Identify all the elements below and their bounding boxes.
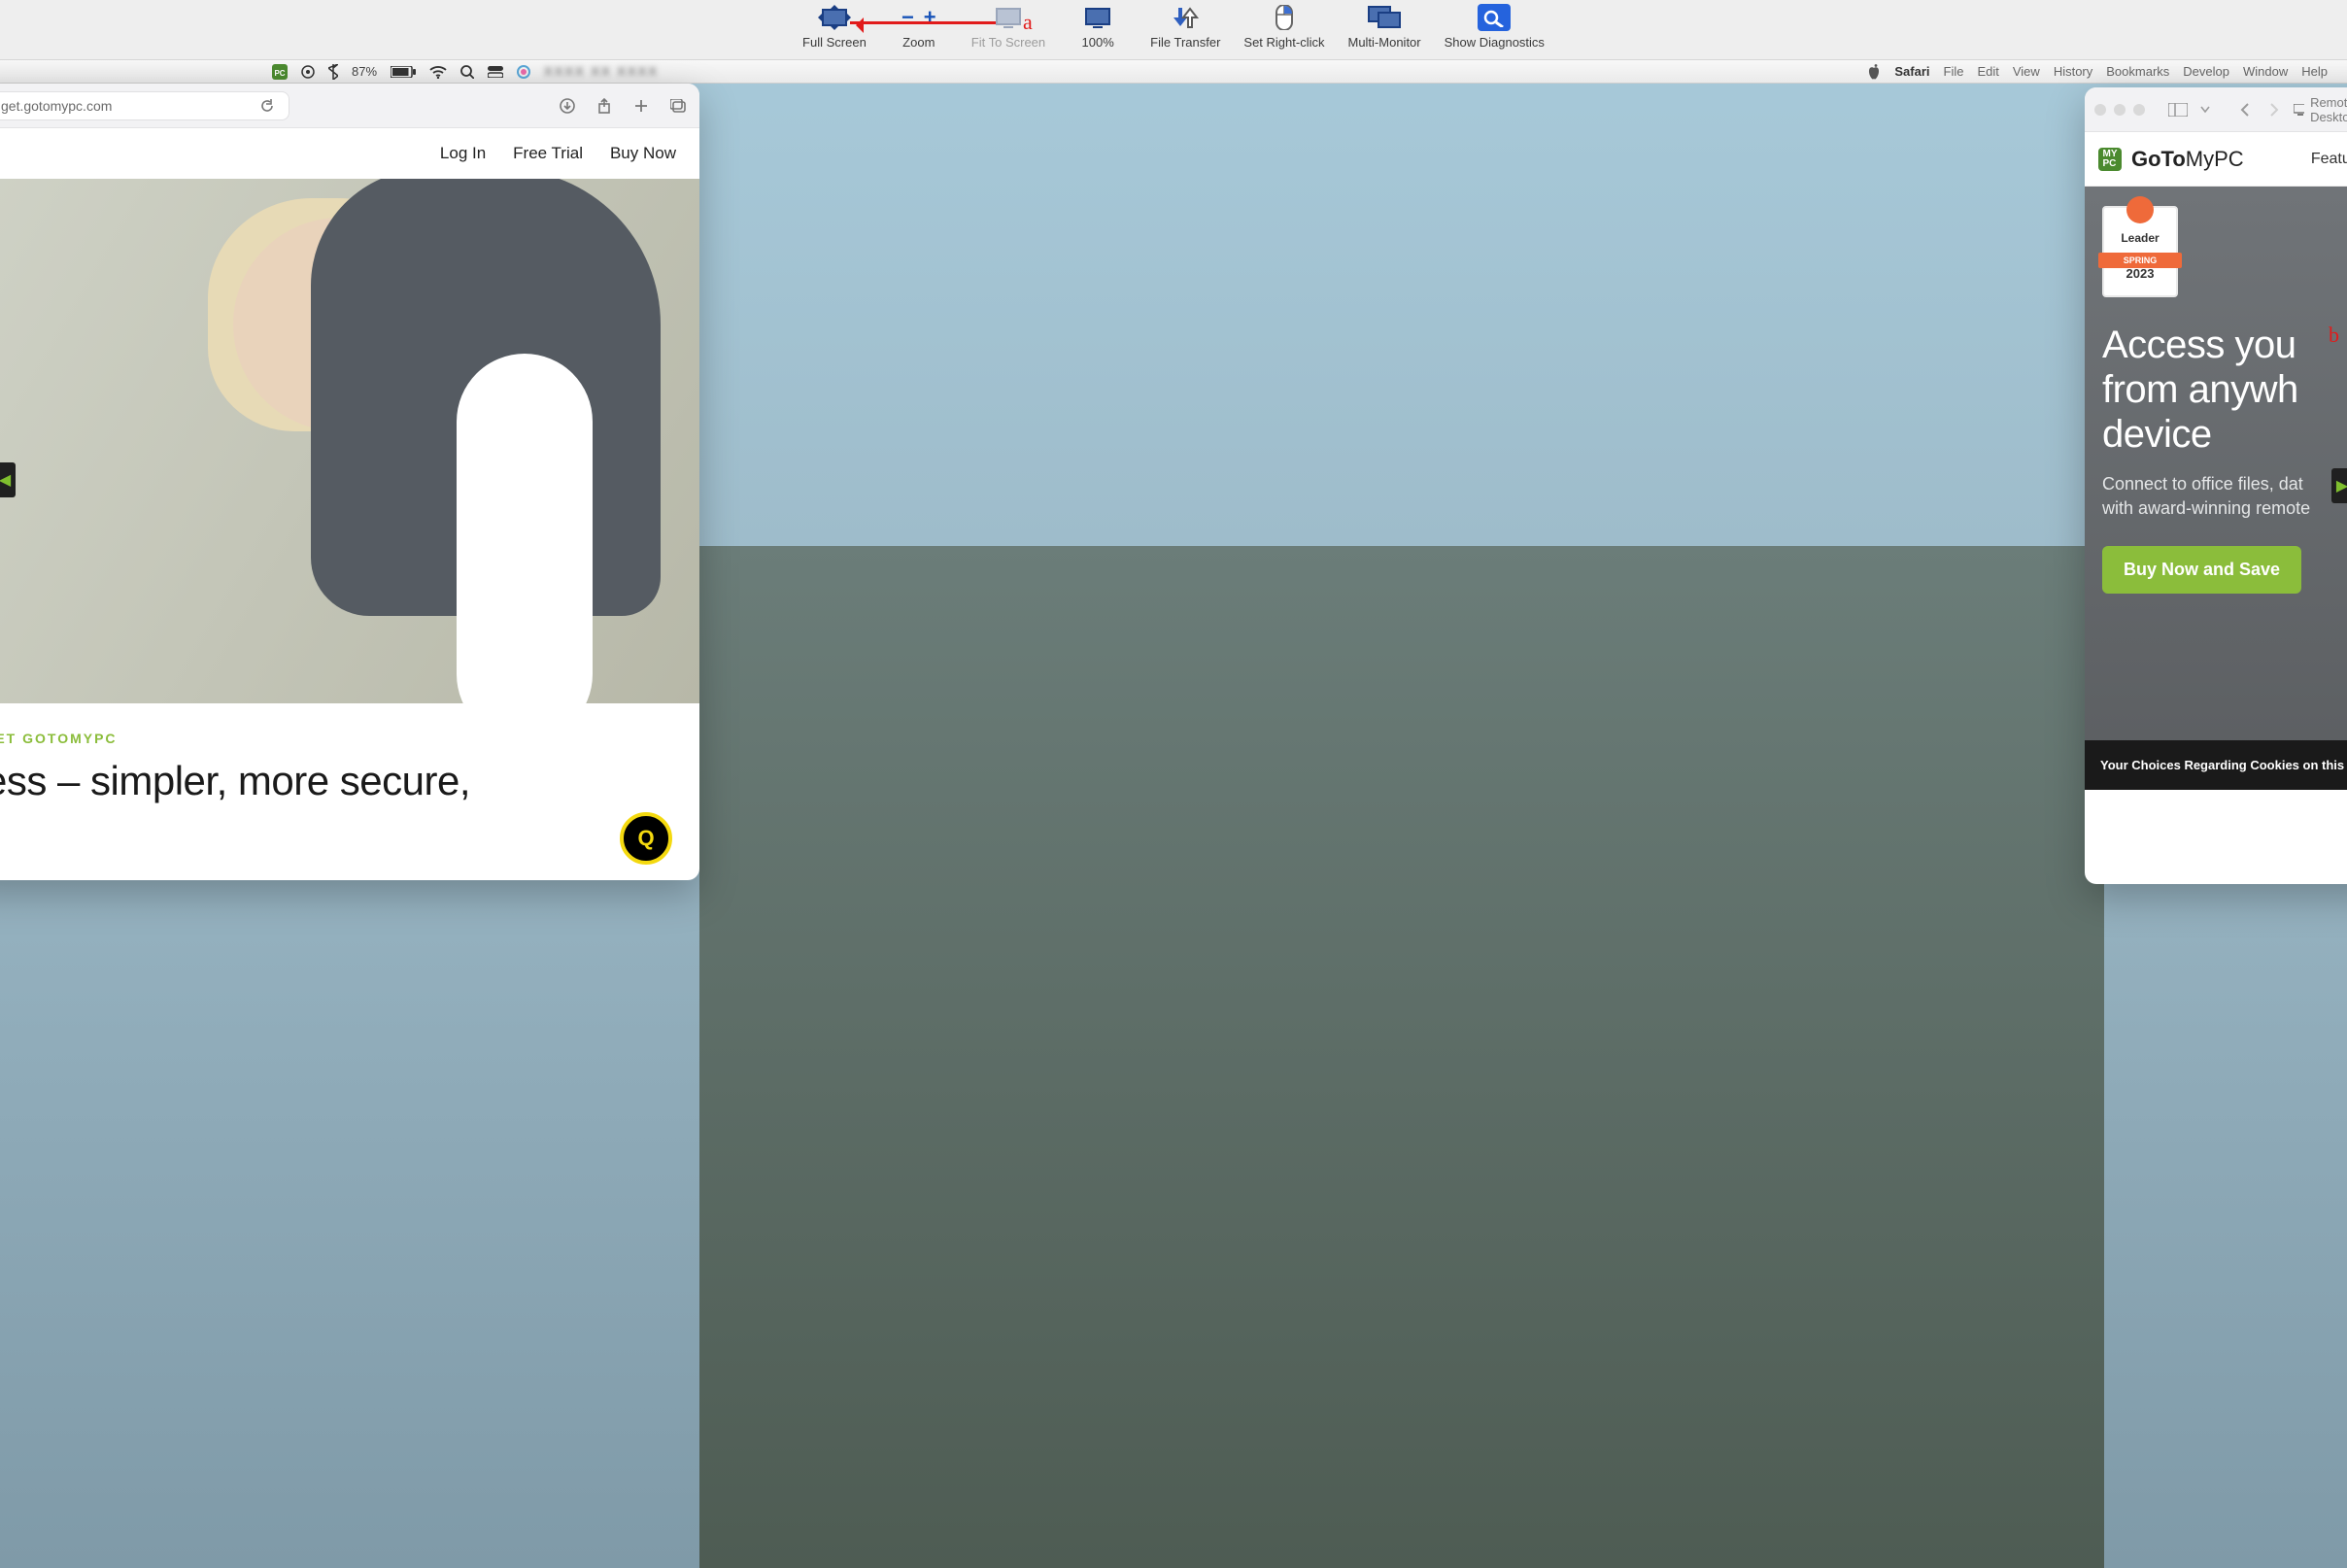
mouse-icon <box>1275 4 1294 31</box>
spotlight-icon[interactable] <box>460 65 474 79</box>
address-url: get.gotomypc.com <box>1 98 112 114</box>
safari-window-left: get.gotomypc.com Log In Free Trial Buy N… <box>0 84 699 880</box>
menubar-clock-blur: XXXX XX XXXX <box>544 64 659 79</box>
remote-desktop-label: Remote Deskto <box>2294 95 2347 124</box>
diagnostics-label: Show Diagnostics <box>1445 35 1545 50</box>
hero-headline: ess – simpler, more secure, <box>0 758 676 804</box>
brand-text[interactable]: GoToMyPC <box>2131 147 2244 172</box>
subhero: EET GOTOMYPC ess – simpler, more secure, <box>0 703 699 814</box>
menu-help[interactable]: Help <box>2301 64 2328 79</box>
chat-widget[interactable]: Q <box>620 812 672 865</box>
nav-free-trial[interactable]: Free Trial <box>513 144 583 163</box>
file-transfer-button[interactable]: File Transfer <box>1150 4 1220 50</box>
share-icon[interactable] <box>595 96 614 116</box>
g2-badge: Leader SPRING 2023 <box>2102 206 2178 297</box>
monitor-left-arrow[interactable]: ◀ <box>0 462 16 497</box>
siri-icon[interactable] <box>517 65 530 79</box>
annotation-a: a <box>850 10 1033 35</box>
wifi-icon[interactable] <box>429 65 447 79</box>
site-nav: Log In Free Trial Buy Now <box>0 128 699 179</box>
full-screen-icon <box>818 4 851 31</box>
menu-develop[interactable]: Develop <box>2183 64 2229 79</box>
record-icon[interactable] <box>301 65 315 79</box>
reload-icon[interactable] <box>257 96 277 116</box>
nav-login[interactable]: Log In <box>440 144 486 163</box>
badge-ribbon: SPRING <box>2098 253 2182 268</box>
fit-label: Fit To Screen <box>971 35 1045 50</box>
menu-window[interactable]: Window <box>2243 64 2288 79</box>
cookie-banner[interactable]: Your Choices Regarding Cookies on this S… <box>2085 740 2347 790</box>
safari-toolbar-right: Remote Deskto <box>2085 87 2347 132</box>
menu-edit[interactable]: Edit <box>1977 64 1998 79</box>
safari-toolbar-left: get.gotomypc.com <box>0 84 699 128</box>
nav-buy-now[interactable]: Buy Now <box>610 144 676 163</box>
chevron-down-icon[interactable] <box>2197 100 2212 119</box>
forward-button[interactable] <box>2264 100 2284 119</box>
meet-label: EET GOTOMYPC <box>0 731 676 746</box>
battery-icon[interactable] <box>391 66 416 78</box>
safari-window-right: Remote Deskto MYPC GoToMyPC Features Lea… <box>2085 87 2347 884</box>
buy-now-button[interactable]: Buy Now and Save <box>2102 546 2301 594</box>
badge-year: 2023 <box>2104 266 2176 281</box>
control-center-icon[interactable] <box>488 66 503 78</box>
file-transfer-icon <box>1171 4 1200 31</box>
menubar-app-name[interactable]: Safari <box>1894 64 1929 79</box>
diagnostics-icon <box>1478 4 1511 31</box>
remote-viewer-toolbar: Full Screen −+ Zoom Fit To Screen 100% F… <box>0 0 2347 60</box>
hundred-percent-button[interactable]: 100% <box>1069 4 1127 50</box>
new-tab-icon[interactable] <box>631 96 651 116</box>
file-transfer-label: File Transfer <box>1150 35 1220 50</box>
annotation-b: b <box>2329 323 2339 348</box>
multi-monitor-icon <box>1368 4 1401 31</box>
menu-bookmarks[interactable]: Bookmarks <box>2106 64 2169 79</box>
show-diagnostics-button[interactable]: Show Diagnostics <box>1445 4 1545 50</box>
wallpaper-landscape <box>699 546 2104 1568</box>
download-icon[interactable] <box>558 96 577 116</box>
back-button[interactable] <box>2235 100 2255 119</box>
tabs-icon[interactable] <box>668 96 688 116</box>
mac-menubar: PC 87% XXXX XX XXXX Safari File Edit Vie… <box>0 60 2347 84</box>
remote-desktop-area: PC 87% XXXX XX XXXX Safari File Edit Vie… <box>0 60 2347 1568</box>
hundred-label: 100% <box>1082 35 1114 50</box>
gotomypc-menubar-icon[interactable]: PC <box>272 64 288 80</box>
menu-view[interactable]: View <box>2013 64 2040 79</box>
hero2-sub: Connect to office files, dat with award-… <box>2102 472 2347 521</box>
hundred-percent-icon <box>1084 4 1111 31</box>
multi-monitor-button[interactable]: Multi-Monitor <box>1347 4 1420 50</box>
sidebar-icon[interactable] <box>2168 100 2188 119</box>
full-screen-label: Full Screen <box>802 35 867 50</box>
chat-icon: Q <box>637 826 654 851</box>
hero2-headline: Access you from anywh device <box>2102 323 2347 457</box>
window-lights[interactable] <box>2094 104 2145 116</box>
svg-text:PC: PC <box>274 69 285 78</box>
hero-image <box>0 179 699 703</box>
bluetooth-icon[interactable] <box>328 64 338 80</box>
set-right-click-button[interactable]: Set Right-click <box>1243 4 1324 50</box>
address-bar[interactable]: get.gotomypc.com <box>0 91 289 120</box>
brand-logo-icon: MYPC <box>2098 148 2122 171</box>
menu-history[interactable]: History <box>2054 64 2092 79</box>
remote-desktop-icon <box>2294 104 2304 116</box>
badge-leader: Leader <box>2121 231 2159 245</box>
battery-percent: 87% <box>352 64 377 79</box>
menu-file[interactable]: File <box>1944 64 1964 79</box>
apple-icon[interactable] <box>1867 64 1881 80</box>
right-click-label: Set Right-click <box>1243 35 1324 50</box>
hero2: Leader SPRING 2023 Access you from anywh… <box>2085 187 2347 789</box>
monitor-right-arrow[interactable]: ▶ <box>2331 468 2347 503</box>
zoom-label: Zoom <box>902 35 935 50</box>
annotation-a-label: a <box>1023 10 1033 35</box>
brand-row: MYPC GoToMyPC Features <box>2085 132 2347 187</box>
annotation-arrow-icon <box>850 21 996 24</box>
multi-monitor-label: Multi-Monitor <box>1347 35 1420 50</box>
nav-features[interactable]: Features <box>2311 151 2347 168</box>
